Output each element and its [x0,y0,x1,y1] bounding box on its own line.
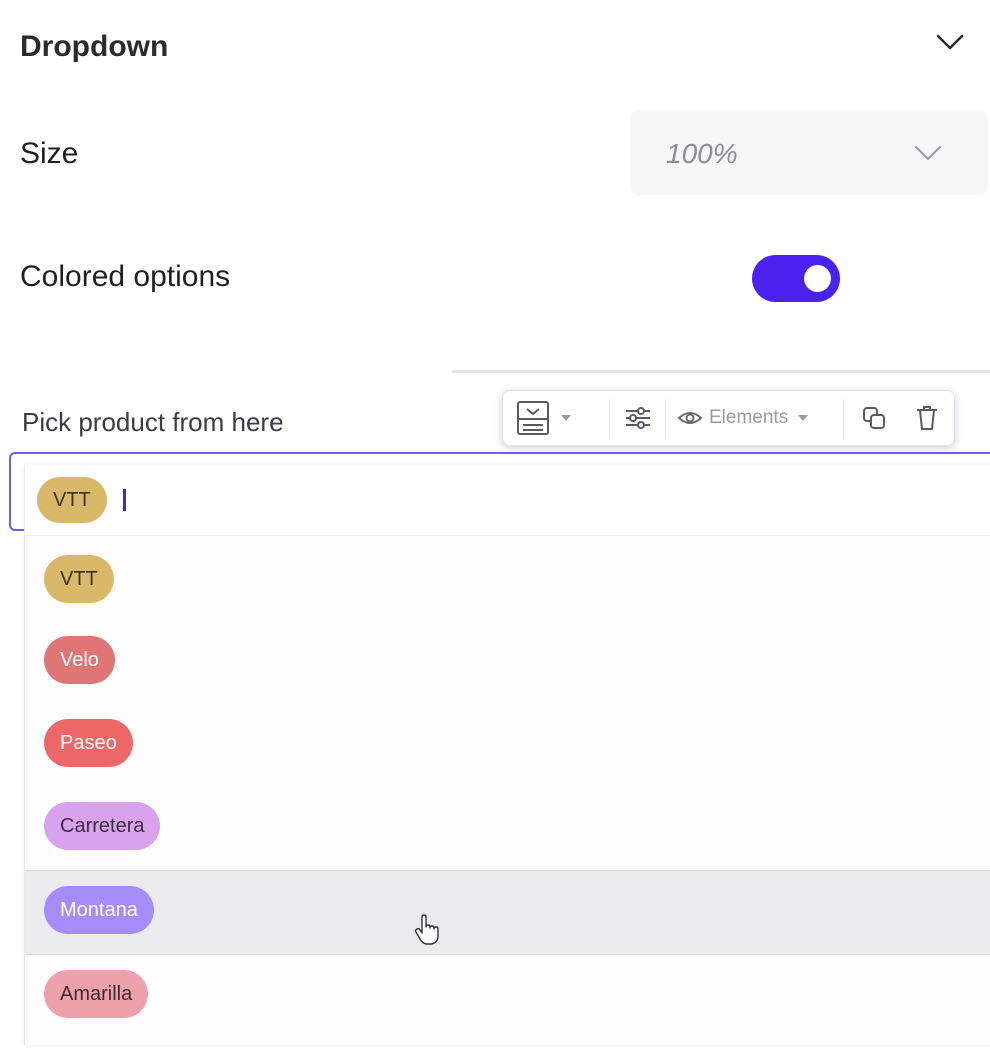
toolbar-divider [609,399,610,439]
option-label: Paseo [60,731,117,754]
delete-button[interactable] [915,391,939,445]
selected-tags-row[interactable]: VTT [25,465,990,535]
field-type-button[interactable] [515,391,571,445]
text-caret [123,489,126,511]
selected-tag-chip[interactable]: VTT [37,477,107,523]
option-label: Amarilla [60,982,133,1005]
option-chip-vtt: VTT [44,555,114,603]
option-label: Carretera [60,814,145,837]
size-label: Size [20,137,79,170]
caret-down-icon [798,415,809,421]
divider [452,370,990,373]
copy-icon [863,407,885,429]
sliders-icon [626,407,650,429]
dropdown-menu: VTT VTT Velo Paseo Carretera Montana Ama… [24,465,990,1045]
dropdown-option[interactable]: Paseo [25,704,990,787]
hand-cursor-icon [414,914,439,945]
caret-down-icon [561,415,571,421]
settings-button[interactable] [623,391,653,445]
separator [25,535,990,536]
toolbar-divider [665,399,666,439]
field-label: Pick product from here [22,407,284,437]
option-label: Montana [60,898,138,921]
size-value: 100% [666,138,738,169]
chevron-up-icon[interactable] [934,30,966,54]
elements-label: Elements [709,407,789,428]
dropdown-option-hovered[interactable]: Montana [25,870,990,955]
dropdown-option[interactable]: Carretera [25,787,990,870]
colored-options-toggle[interactable] [752,255,840,302]
dropdown-field-icon [517,401,549,435]
toolbar-divider [843,399,844,439]
trash-icon [917,406,937,430]
option-chip-carretera: Carretera [44,802,161,850]
eye-icon [677,412,703,424]
duplicate-button[interactable] [861,391,887,445]
dropdown-option[interactable]: VTT [25,538,990,621]
toggle-knob [804,265,831,292]
option-chip-paseo: Paseo [44,719,133,767]
elements-visibility-button[interactable]: Elements [677,391,809,445]
chevron-down-icon [915,146,941,160]
option-label: Velo [60,648,99,671]
colored-options-label: Colored options [20,260,231,293]
option-chip-montana: Montana [44,886,154,934]
selected-tag-label: VTT [53,488,91,511]
element-toolbar: Elements [502,390,955,446]
size-select[interactable]: 100% [630,110,988,195]
option-chip-amarilla: Amarilla [44,970,149,1018]
dropdown-option[interactable]: Velo [25,621,990,704]
section-title: Dropdown [20,30,169,63]
dropdown-option[interactable]: Amarilla [25,954,990,1037]
option-chip-velo: Velo [44,636,115,684]
option-label: VTT [60,567,98,590]
